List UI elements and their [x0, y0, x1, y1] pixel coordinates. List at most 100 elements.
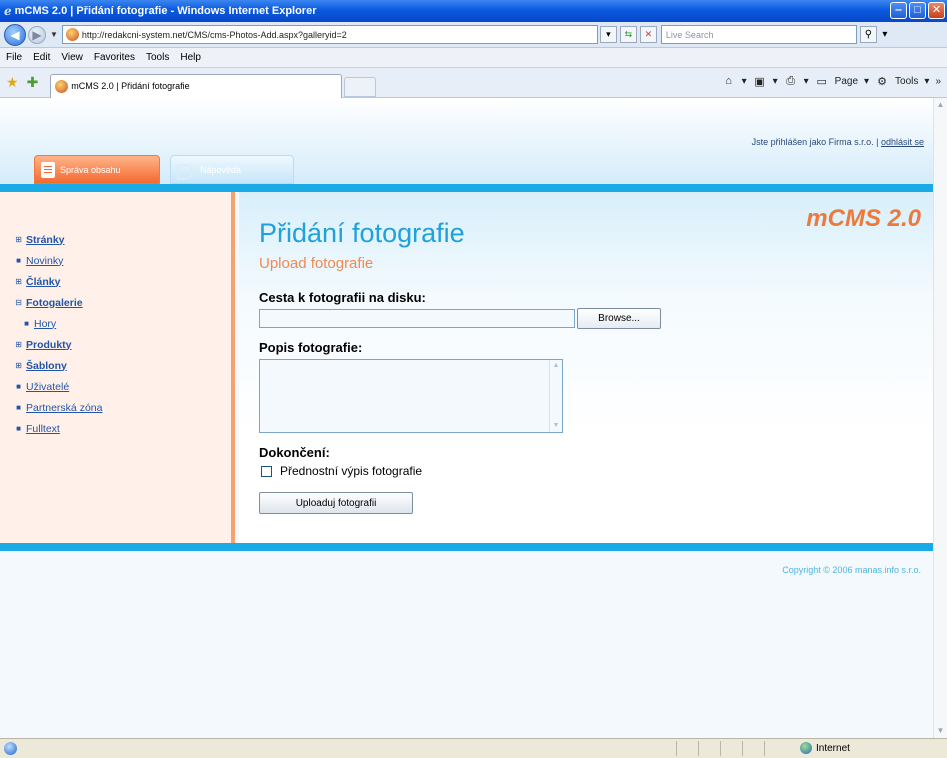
- feeds-icon[interactable]: ▣: [753, 74, 767, 88]
- stop-icon[interactable]: ✕: [639, 26, 657, 43]
- bullet-icon: ■: [24, 319, 29, 328]
- menu-edit[interactable]: Edit: [33, 52, 50, 63]
- sidebar-item-label[interactable]: Novinky: [26, 255, 63, 267]
- expand-icon[interactable]: ⊞: [14, 277, 23, 286]
- menu-favorites[interactable]: Favorites: [94, 52, 135, 63]
- maximize-button[interactable]: □: [909, 2, 926, 19]
- sidebar-item-label[interactable]: Fulltext: [26, 423, 60, 435]
- sidebar-item-sablony[interactable]: ⊞ Šablony: [14, 355, 231, 376]
- sidebar-item-label[interactable]: Hory: [34, 318, 56, 330]
- favorites-star-icon[interactable]: ★: [6, 74, 19, 91]
- internet-globe-icon: [800, 742, 812, 754]
- page-scroll-up-icon[interactable]: ▲: [934, 98, 947, 112]
- page-viewport: Jste přihlášen jako Firma s.r.o. | odhlá…: [0, 98, 933, 738]
- tab-content-management[interactable]: Správa obsahu: [34, 155, 160, 184]
- expand-icon[interactable]: ⊞: [14, 361, 23, 370]
- window-titlebar: ℯ mCMS 2.0 | Přidání fotografie - Window…: [0, 0, 947, 22]
- file-path-input[interactable]: [259, 309, 575, 328]
- sidebar-item-hory[interactable]: ■ Hory: [14, 313, 231, 334]
- sidebar-item-label[interactable]: Články: [26, 276, 60, 288]
- sidebar-item-novinky[interactable]: ■ Novinky: [14, 250, 231, 271]
- page-subtitle: Upload fotografie: [259, 255, 374, 272]
- sidebar-item-label[interactable]: Partnerská zóna: [26, 402, 102, 414]
- minimize-button[interactable]: ‒: [890, 2, 907, 19]
- page-scrollbar[interactable]: ▲ ▼: [933, 98, 947, 738]
- home-icon[interactable]: ⌂: [722, 74, 736, 88]
- browse-button[interactable]: Browse...: [577, 308, 661, 329]
- security-zone-label: Internet: [816, 742, 850, 754]
- expand-icon[interactable]: ⊞: [14, 340, 23, 349]
- status-panels: [676, 741, 786, 756]
- sidebar-item-fotogalerie[interactable]: ⊟ Fotogalerie: [14, 292, 231, 313]
- sidebar-item-label[interactable]: Produkty: [26, 339, 72, 351]
- main-content: mCMS 2.0 Přidání fotografie Upload fotog…: [239, 192, 933, 543]
- sidebar-item-label[interactable]: Uživatelé: [26, 381, 69, 393]
- menu-view[interactable]: View: [61, 52, 83, 63]
- login-status: Jste přihlášen jako Firma s.r.o. | odhlá…: [752, 137, 924, 147]
- scroll-down-icon[interactable]: ▼: [550, 420, 562, 432]
- close-button[interactable]: ✕: [928, 2, 945, 19]
- logout-link[interactable]: odhlásit se: [881, 137, 924, 147]
- tab-content-management-label: Správa obsahu: [60, 164, 121, 175]
- new-tab-button[interactable]: [344, 76, 377, 97]
- address-toolbar: ◀ ▶ ▼ http://redakcni-system.net/CMS/cms…: [0, 22, 947, 48]
- command-bar: ⌂ ▾ ▣ ▾ ⎙ ▾ ▭ Page ▾ ⚙ Tools ▾ »: [722, 74, 941, 88]
- textarea-scrollbar[interactable]: ▲ ▼: [549, 360, 562, 432]
- browser-tab[interactable]: mCMS 2.0 | Přidání fotografie: [50, 73, 343, 98]
- site-header: Jste přihlášen jako Firma s.r.o. | odhlá…: [0, 98, 933, 184]
- expand-icon[interactable]: ⊞: [14, 235, 23, 244]
- priority-checkbox-row[interactable]: Přednostní výpis fotografie: [261, 464, 422, 478]
- sidebar-item-label[interactable]: Fotogalerie: [26, 297, 83, 309]
- forward-button[interactable]: ▶: [28, 25, 46, 44]
- address-url: http://redakcni-system.net/CMS/cms-Photo…: [81, 29, 347, 40]
- status-bar: Internet: [0, 738, 947, 758]
- page-scroll-down-icon[interactable]: ▼: [934, 724, 947, 738]
- recent-pages-dropdown-icon[interactable]: ▼: [50, 30, 58, 39]
- document-icon: [41, 161, 55, 178]
- sidebar-item-uzivatele[interactable]: ■ Uživatelé: [14, 376, 231, 397]
- priority-checkbox[interactable]: [261, 465, 272, 477]
- refresh-icon[interactable]: ⇆: [619, 26, 637, 43]
- print-icon[interactable]: ⎙: [784, 74, 798, 88]
- tools-gear-icon: ⚙: [877, 75, 887, 88]
- sidebar-item-label[interactable]: Šablony: [26, 360, 67, 372]
- sidebar-item-partnerska-zona[interactable]: ■ Partnerská zóna: [14, 397, 231, 418]
- address-actions: ▾ ⇆ ✕: [599, 26, 657, 43]
- upload-button[interactable]: Uploaduj fotografii: [259, 492, 413, 514]
- login-text: Jste přihlášen jako Firma s.r.o. |: [751, 137, 881, 147]
- brand-logo: mCMS 2.0: [806, 205, 921, 232]
- toolbar-overflow-icon[interactable]: »: [935, 76, 941, 87]
- page-favicon-icon: [65, 28, 79, 41]
- scroll-up-icon[interactable]: ▲: [550, 360, 562, 372]
- address-bar[interactable]: http://redakcni-system.net/CMS/cms-Photo…: [61, 25, 598, 44]
- bullet-icon: ■: [16, 382, 21, 391]
- window-controls: ‒ □ ✕: [890, 2, 945, 19]
- menu-help[interactable]: Help: [180, 52, 201, 63]
- back-button[interactable]: ◀: [4, 23, 26, 46]
- bullet-icon: ■: [16, 256, 21, 265]
- tools-menu[interactable]: Tools: [895, 76, 918, 87]
- search-options-icon[interactable]: ▾: [880, 26, 890, 43]
- header-divider: [0, 184, 933, 192]
- sidebar-item-stranky[interactable]: ⊞ Stránky: [14, 229, 231, 250]
- sidebar-item-label[interactable]: Stránky: [26, 234, 65, 246]
- menu-file[interactable]: File: [6, 52, 22, 63]
- sidebar-item-produkty[interactable]: ⊞ Produkty: [14, 334, 231, 355]
- page-menu[interactable]: Page: [835, 76, 858, 87]
- add-favorite-icon[interactable]: ✚: [27, 74, 39, 91]
- search-icon[interactable]: ⚲: [859, 26, 877, 43]
- tab-help[interactable]: Nápověda: [170, 155, 294, 184]
- security-zone[interactable]: Internet: [800, 742, 850, 754]
- sidebar-item-clanky[interactable]: ⊞ Články: [14, 271, 231, 292]
- description-textarea[interactable]: ▲ ▼: [259, 359, 563, 433]
- search-input[interactable]: Live Search: [660, 25, 857, 44]
- bullet-icon: ■: [16, 403, 21, 412]
- collapse-icon[interactable]: ⊟: [14, 298, 23, 307]
- search-placeholder: Live Search: [665, 29, 714, 40]
- site-footer: Copyright © 2006 manas.info s.r.o.: [0, 551, 933, 738]
- sidebar-item-fulltext[interactable]: ■ Fulltext: [14, 418, 231, 439]
- copyright-text: Copyright © 2006 manas.info s.r.o.: [782, 565, 921, 575]
- ie-logo-icon: ℯ: [4, 4, 12, 18]
- address-dropdown-button[interactable]: ▾: [599, 26, 617, 43]
- menu-tools[interactable]: Tools: [146, 52, 169, 63]
